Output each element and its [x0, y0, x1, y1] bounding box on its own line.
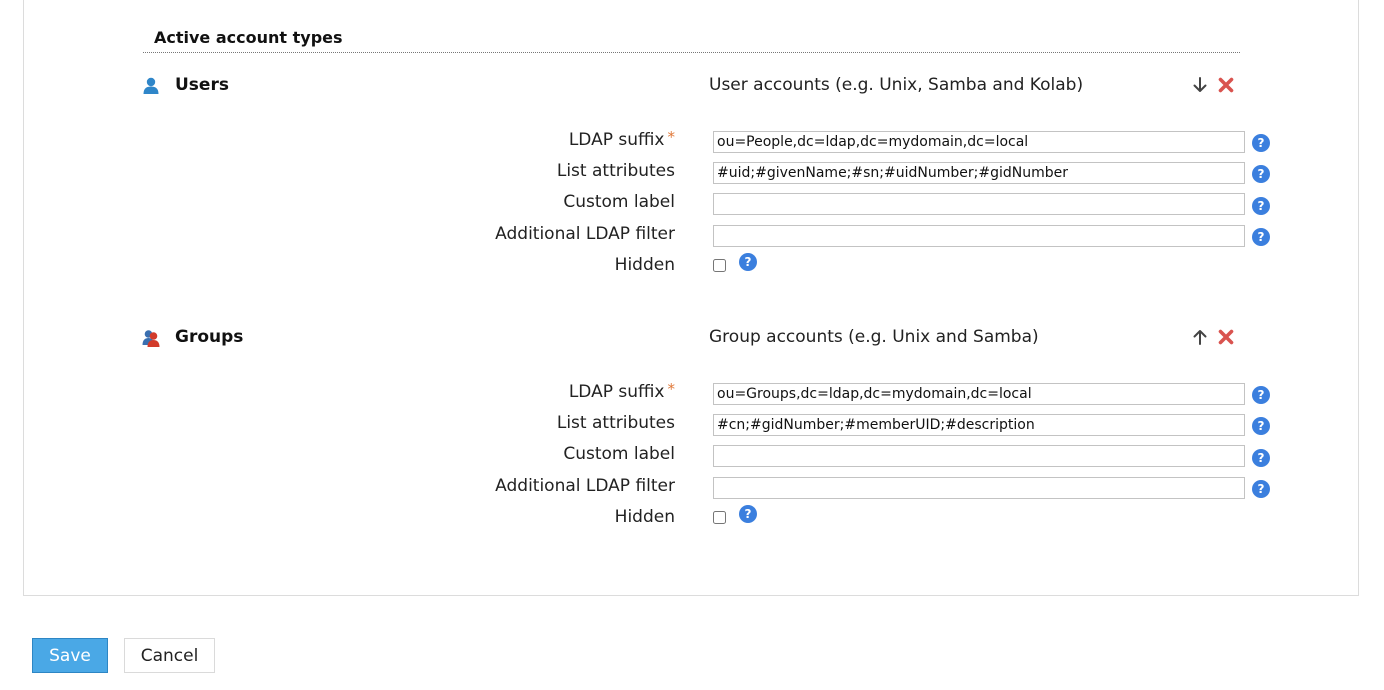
ldap-suffix-label: LDAP suffix *	[568, 380, 676, 402]
help-icon[interactable]: ?	[1252, 228, 1270, 246]
hidden-label: Hidden	[614, 507, 675, 527]
list-attributes-input[interactable]	[713, 162, 1245, 184]
section-divider	[143, 52, 1240, 53]
hidden-checkbox[interactable]	[713, 259, 726, 272]
account-type-name: Users	[175, 75, 229, 95]
delete-icon[interactable]	[1217, 76, 1235, 94]
additional-filter-input[interactable]	[713, 225, 1245, 247]
list-attributes-label: List attributes	[556, 413, 675, 433]
list-attributes-input[interactable]	[713, 414, 1245, 436]
help-icon[interactable]: ?	[1252, 386, 1270, 404]
additional-filter-label: Additional LDAP filter	[495, 476, 675, 496]
ldap-suffix-input[interactable]	[713, 383, 1245, 405]
custom-label-input[interactable]	[713, 445, 1245, 467]
help-icon[interactable]: ?	[1252, 417, 1270, 435]
required-marker: *	[667, 380, 676, 398]
custom-label-label: Custom label	[563, 192, 675, 212]
arrow-down-icon[interactable]	[1191, 76, 1209, 94]
section-title: Active account types	[154, 28, 343, 47]
list-attributes-label: List attributes	[556, 161, 675, 181]
save-button[interactable]: Save	[32, 638, 108, 673]
arrow-up-icon[interactable]	[1191, 328, 1209, 346]
ldap-suffix-label: LDAP suffix *	[568, 128, 676, 150]
user-icon	[141, 76, 161, 96]
account-type-description: Group accounts (e.g. Unix and Samba)	[709, 327, 1039, 347]
group-icon	[141, 328, 161, 348]
account-type-name: Groups	[175, 327, 244, 347]
hidden-checkbox[interactable]	[713, 511, 726, 524]
custom-label-input[interactable]	[713, 193, 1245, 215]
ldap-suffix-input[interactable]	[713, 131, 1245, 153]
help-icon[interactable]: ?	[739, 505, 757, 523]
additional-filter-input[interactable]	[713, 477, 1245, 499]
delete-icon[interactable]	[1217, 328, 1235, 346]
help-icon[interactable]: ?	[1252, 197, 1270, 215]
account-type-description: User accounts (e.g. Unix, Samba and Kola…	[709, 75, 1084, 95]
help-icon[interactable]: ?	[739, 253, 757, 271]
help-icon[interactable]: ?	[1252, 480, 1270, 498]
help-icon[interactable]: ?	[1252, 165, 1270, 183]
required-marker: *	[667, 128, 676, 146]
custom-label-label: Custom label	[563, 444, 675, 464]
hidden-label: Hidden	[614, 255, 675, 275]
help-icon[interactable]: ?	[1252, 134, 1270, 152]
help-icon[interactable]: ?	[1252, 449, 1270, 467]
cancel-button[interactable]: Cancel	[124, 638, 215, 673]
additional-filter-label: Additional LDAP filter	[495, 224, 675, 244]
